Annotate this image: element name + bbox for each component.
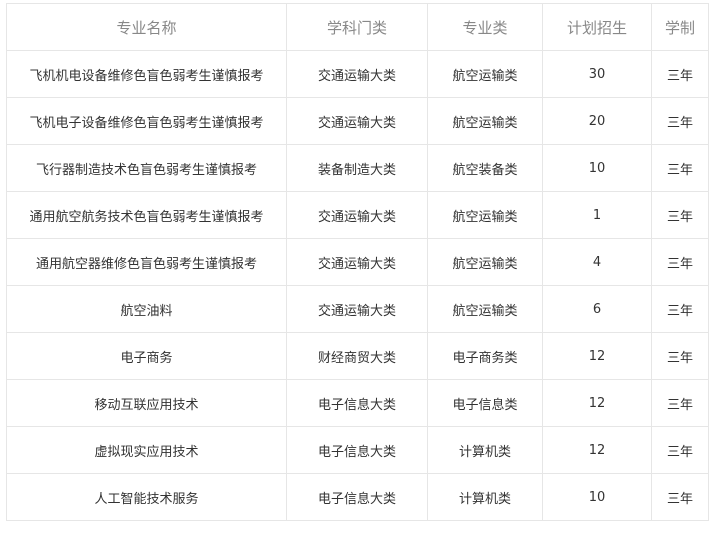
- enrollment-table: 专业名称 学科门类 专业类 计划招生 学制 飞机机电设备维修色盲色弱考生谨慎报考…: [6, 3, 709, 521]
- table-header: 专业名称 学科门类 专业类 计划招生 学制: [6, 3, 709, 51]
- cell-duration: 三年: [651, 238, 709, 286]
- cell-major-category: 航空运输类: [427, 50, 543, 98]
- cell-major-name: 虚拟现实应用技术: [6, 426, 287, 474]
- cell-planned-enrollment: 4: [542, 238, 652, 286]
- cell-major-name: 电子商务: [6, 332, 287, 380]
- cell-discipline: 交通运输大类: [286, 285, 428, 333]
- cell-major-category: 电子商务类: [427, 332, 543, 380]
- cell-major-name: 飞机机电设备维修色盲色弱考生谨慎报考: [6, 50, 287, 98]
- cell-duration: 三年: [651, 473, 709, 521]
- cell-major-name: 通用航空航务技术色盲色弱考生谨慎报考: [6, 191, 287, 239]
- cell-major-category: 计算机类: [427, 473, 543, 521]
- cell-discipline: 电子信息大类: [286, 379, 428, 427]
- table-row: 飞行器制造技术色盲色弱考生谨慎报考 装备制造大类 航空装备类 10 三年: [6, 144, 709, 192]
- cell-major-name: 移动互联应用技术: [6, 379, 287, 427]
- header-major-category: 专业类: [427, 3, 543, 51]
- cell-planned-enrollment: 12: [542, 379, 652, 427]
- cell-discipline: 财经商贸大类: [286, 332, 428, 380]
- table-row: 移动互联应用技术 电子信息大类 电子信息类 12 三年: [6, 379, 709, 427]
- cell-planned-enrollment: 20: [542, 97, 652, 145]
- cell-planned-enrollment: 12: [542, 426, 652, 474]
- header-row: 专业名称 学科门类 专业类 计划招生 学制: [6, 3, 709, 51]
- table-row: 电子商务 财经商贸大类 电子商务类 12 三年: [6, 332, 709, 380]
- cell-discipline: 电子信息大类: [286, 473, 428, 521]
- header-discipline: 学科门类: [286, 3, 428, 51]
- header-planned-enrollment: 计划招生: [542, 3, 652, 51]
- cell-duration: 三年: [651, 426, 709, 474]
- cell-discipline: 装备制造大类: [286, 144, 428, 192]
- cell-duration: 三年: [651, 379, 709, 427]
- table-row: 人工智能技术服务 电子信息大类 计算机类 10 三年: [6, 473, 709, 521]
- cell-duration: 三年: [651, 97, 709, 145]
- cell-planned-enrollment: 10: [542, 144, 652, 192]
- cell-major-name: 通用航空器维修色盲色弱考生谨慎报考: [6, 238, 287, 286]
- cell-discipline: 电子信息大类: [286, 426, 428, 474]
- cell-duration: 三年: [651, 191, 709, 239]
- cell-planned-enrollment: 30: [542, 50, 652, 98]
- table-row: 通用航空航务技术色盲色弱考生谨慎报考 交通运输大类 航空运输类 1 三年: [6, 191, 709, 239]
- cell-planned-enrollment: 1: [542, 191, 652, 239]
- cell-major-name: 飞行器制造技术色盲色弱考生谨慎报考: [6, 144, 287, 192]
- table-row: 通用航空器维修色盲色弱考生谨慎报考 交通运输大类 航空运输类 4 三年: [6, 238, 709, 286]
- cell-duration: 三年: [651, 285, 709, 333]
- table-row: 虚拟现实应用技术 电子信息大类 计算机类 12 三年: [6, 426, 709, 474]
- table-body: 飞机机电设备维修色盲色弱考生谨慎报考 交通运输大类 航空运输类 30 三年 飞机…: [6, 50, 709, 521]
- enrollment-table-container: 专业名称 学科门类 专业类 计划招生 学制 飞机机电设备维修色盲色弱考生谨慎报考…: [6, 3, 709, 521]
- cell-major-name: 人工智能技术服务: [6, 473, 287, 521]
- cell-major-category: 航空运输类: [427, 191, 543, 239]
- cell-major-name: 飞机电子设备维修色盲色弱考生谨慎报考: [6, 97, 287, 145]
- cell-planned-enrollment: 12: [542, 332, 652, 380]
- table-row: 航空油料 交通运输大类 航空运输类 6 三年: [6, 285, 709, 333]
- cell-duration: 三年: [651, 50, 709, 98]
- cell-major-category: 航空装备类: [427, 144, 543, 192]
- header-major-name: 专业名称: [6, 3, 287, 51]
- cell-duration: 三年: [651, 332, 709, 380]
- cell-discipline: 交通运输大类: [286, 50, 428, 98]
- table-row: 飞机电子设备维修色盲色弱考生谨慎报考 交通运输大类 航空运输类 20 三年: [6, 97, 709, 145]
- cell-major-category: 航空运输类: [427, 238, 543, 286]
- header-duration: 学制: [651, 3, 709, 51]
- cell-major-category: 电子信息类: [427, 379, 543, 427]
- cell-discipline: 交通运输大类: [286, 238, 428, 286]
- cell-duration: 三年: [651, 144, 709, 192]
- cell-discipline: 交通运输大类: [286, 191, 428, 239]
- cell-planned-enrollment: 10: [542, 473, 652, 521]
- cell-major-category: 航空运输类: [427, 97, 543, 145]
- table-row: 飞机机电设备维修色盲色弱考生谨慎报考 交通运输大类 航空运输类 30 三年: [6, 50, 709, 98]
- cell-major-category: 航空运输类: [427, 285, 543, 333]
- cell-major-category: 计算机类: [427, 426, 543, 474]
- cell-major-name: 航空油料: [6, 285, 287, 333]
- cell-planned-enrollment: 6: [542, 285, 652, 333]
- cell-discipline: 交通运输大类: [286, 97, 428, 145]
